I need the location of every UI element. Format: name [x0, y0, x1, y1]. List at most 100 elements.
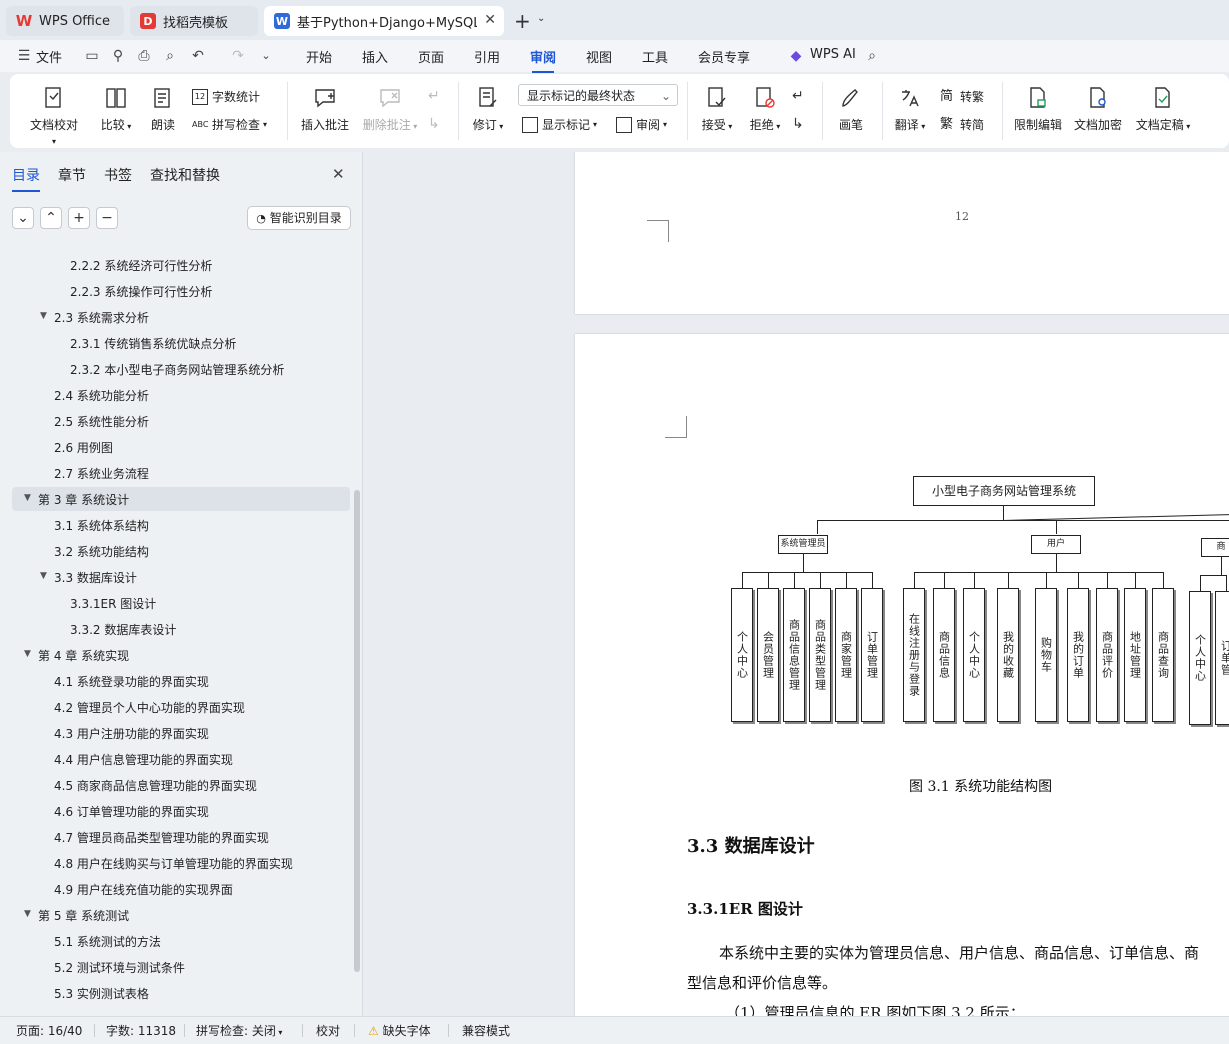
tab-docer[interactable]: D 找稻壳模板 [130, 6, 258, 36]
collapse-button[interactable]: ⌄ [12, 207, 34, 229]
new-tab-icon[interactable]: + [514, 9, 531, 33]
nav-tab-bookmarks[interactable]: 书签 [104, 165, 132, 185]
show-markup-button[interactable]: 显示标记 ▾ [522, 116, 597, 133]
toc-item[interactable]: 4.4 用户信息管理功能的界面实现 [54, 751, 233, 768]
toc-item[interactable]: 3.1 系统体系结构 [54, 517, 149, 534]
status-word-count[interactable]: 字数: 11318 [106, 1022, 176, 1039]
compare-button[interactable]: 比较 ▾ [96, 86, 136, 133]
menu-wps-ai[interactable]: WPS AI [810, 47, 856, 62]
toc-item[interactable]: 2.4 系统功能分析 [54, 387, 149, 404]
toc-item[interactable]: 第 4 章 系统实现 [38, 647, 129, 664]
share-icon[interactable]: ⚲ [110, 48, 126, 64]
document-page-previous[interactable]: 12 [575, 152, 1229, 314]
toc-item[interactable]: 4.6 订单管理功能的界面实现 [54, 803, 209, 820]
toc-item[interactable]: 2.3.2 本小型电子商务网站管理系统分析 [70, 361, 284, 378]
tab-document[interactable]: W 基于Python+Django+MySQL ✕ [264, 6, 504, 36]
review-pane-button[interactable]: 审阅 ▾ [616, 116, 667, 133]
menu-home[interactable]: 开始 [306, 47, 332, 66]
toc-item[interactable]: 3.3.2 数据库表设计 [70, 621, 176, 638]
toc-item[interactable]: 4.2 管理员个人中心功能的界面实现 [54, 699, 245, 716]
menu-page[interactable]: 页面 [418, 47, 444, 66]
search-icon[interactable]: ⌕ [864, 48, 880, 64]
expand-triangle-icon[interactable]: ▼ [40, 571, 47, 581]
toc-item[interactable]: 3.3.1ER 图设计 [70, 595, 156, 612]
translate-button[interactable]: 翻译 ▾ [892, 86, 928, 133]
toc-item[interactable]: 4.1 系统登录功能的界面实现 [54, 673, 209, 690]
to-simplified-button[interactable]: 繁 转简 [940, 116, 984, 133]
markup-state-select[interactable]: 显示标记的最终状态 ⌄ [518, 84, 678, 106]
print-icon[interactable]: ⎙ [136, 48, 152, 64]
close-icon[interactable]: ✕ [484, 12, 496, 28]
print-preview-icon[interactable]: ⌕ [162, 48, 178, 64]
revise-button[interactable]: 修订 ▾ [470, 86, 506, 133]
menu-insert[interactable]: 插入 [362, 47, 388, 66]
prev-comment-icon[interactable]: ↵ [428, 88, 446, 106]
toc-item[interactable]: 4.7 管理员商品类型管理功能的界面实现 [54, 829, 269, 846]
expand-triangle-icon[interactable]: ▼ [24, 909, 31, 919]
chevron-down-icon[interactable]: ⌄ [537, 13, 545, 24]
status-compat-mode[interactable]: 兼容模式 [462, 1022, 510, 1039]
smart-toc-button[interactable]: ◔ 智能识别目录 [247, 206, 351, 230]
reject-button[interactable]: 拒绝 ▾ [746, 86, 784, 133]
menu-view[interactable]: 视图 [586, 47, 612, 66]
tab-wps-office[interactable]: W WPS Office [6, 6, 124, 36]
save-icon[interactable]: ▭ [84, 48, 100, 64]
expand-triangle-icon[interactable]: ▼ [40, 311, 47, 321]
insert-comment-button[interactable]: 插入批注 [300, 86, 350, 133]
accept-button[interactable]: 接受 ▾ [698, 86, 736, 133]
menu-tools[interactable]: 工具 [642, 47, 668, 66]
document-page-current[interactable]: 小型电子商务网站管理系统 系统管理员 用户 商 个人中心 会员管理 商品信息管理 商品… [575, 334, 1229, 1016]
more-chevron-icon[interactable]: ⌄ [258, 48, 274, 64]
to-traditional-button[interactable]: 简 转繁 [940, 88, 984, 105]
toc-item[interactable]: 2.5 系统性能分析 [54, 413, 149, 430]
prev-change-icon[interactable]: ↵ [792, 88, 804, 104]
expand-triangle-icon[interactable]: ▼ [24, 493, 31, 503]
toc-item[interactable]: 3.3 数据库设计 [54, 569, 137, 586]
document-area[interactable]: 12 小型电子商务网站管理系统 系统管理员 用户 商 个人中心 会员管理 商品信息管… [363, 152, 1229, 1016]
nav-scrollbar[interactable] [354, 490, 360, 972]
close-pane-icon[interactable]: ✕ [332, 165, 345, 183]
toc-item[interactable]: 第 3 章 系统设计 [38, 491, 129, 508]
toc-item[interactable]: 2.2.2 系统经济可行性分析 [70, 257, 212, 274]
read-aloud-button[interactable]: 朗读 [148, 86, 178, 133]
toc-item[interactable]: 4.5 商家商品信息管理功能的界面实现 [54, 777, 257, 794]
delete-comment-button[interactable]: 删除批注 ▾ [360, 86, 420, 133]
toc-item[interactable]: 5.1 系统测试的方法 [54, 933, 161, 950]
toc-item[interactable]: 2.6 用例图 [54, 439, 113, 456]
pen-button[interactable]: 画笔 [836, 86, 866, 133]
undo-icon[interactable]: ↶ [190, 48, 206, 64]
status-proofread[interactable]: 校对 [316, 1022, 340, 1039]
menu-member[interactable]: 会员专享 [698, 47, 750, 66]
toc-item[interactable]: 5.3 实例测试表格 [54, 985, 149, 1002]
finalize-button[interactable]: 文档定稿 ▾ [1132, 86, 1194, 133]
status-missing-font[interactable]: ⚠ 缺失字体 [368, 1022, 431, 1039]
doc-proofread-button[interactable]: 文档校对 ▾ [28, 86, 80, 147]
word-count-button[interactable]: 12 字数统计 [192, 88, 260, 105]
restrict-edit-button[interactable]: 限制编辑 [1012, 86, 1064, 133]
hamburger-icon[interactable]: ☰ [16, 48, 32, 64]
status-page[interactable]: 页面: 16/40 [16, 1022, 82, 1039]
nav-tab-chapters[interactable]: 章节 [58, 165, 86, 185]
encrypt-button[interactable]: 文档加密 [1072, 86, 1124, 133]
add-heading-button[interactable]: + [68, 207, 90, 229]
toc-item[interactable]: 5.2 测试环境与测试条件 [54, 959, 185, 976]
toc-item[interactable]: 3.2 系统功能结构 [54, 543, 149, 560]
spell-check-button[interactable]: ABC 拼写检查 ▾ [192, 116, 267, 133]
toc-item[interactable]: 2.2.3 系统操作可行性分析 [70, 283, 212, 300]
expand-up-button[interactable]: ⌃ [40, 207, 62, 229]
toc-item[interactable]: 2.7 系统业务流程 [54, 465, 149, 482]
remove-heading-button[interactable]: − [96, 207, 118, 229]
toc-item[interactable]: 2.3.1 传统销售系统优缺点分析 [70, 335, 236, 352]
next-change-icon[interactable]: ↳ [792, 116, 804, 132]
menu-file[interactable]: 文件 [36, 47, 62, 66]
toc-item[interactable]: 4.8 用户在线购买与订单管理功能的界面实现 [54, 855, 293, 872]
wps-ai-icon[interactable]: ◆ [788, 48, 804, 64]
nav-tab-toc[interactable]: 目录 [12, 165, 40, 192]
menu-review[interactable]: 审阅 [530, 47, 556, 73]
toc-item[interactable]: 第 5 章 系统测试 [38, 907, 129, 924]
status-spell-check[interactable]: 拼写检查: 关闭 ▾ [196, 1022, 282, 1039]
toc-item[interactable]: 2.3 系统需求分析 [54, 309, 149, 326]
redo-icon[interactable]: ↷ [230, 48, 246, 64]
expand-triangle-icon[interactable]: ▼ [24, 649, 31, 659]
toc-item[interactable]: 4.3 用户注册功能的界面实现 [54, 725, 209, 742]
